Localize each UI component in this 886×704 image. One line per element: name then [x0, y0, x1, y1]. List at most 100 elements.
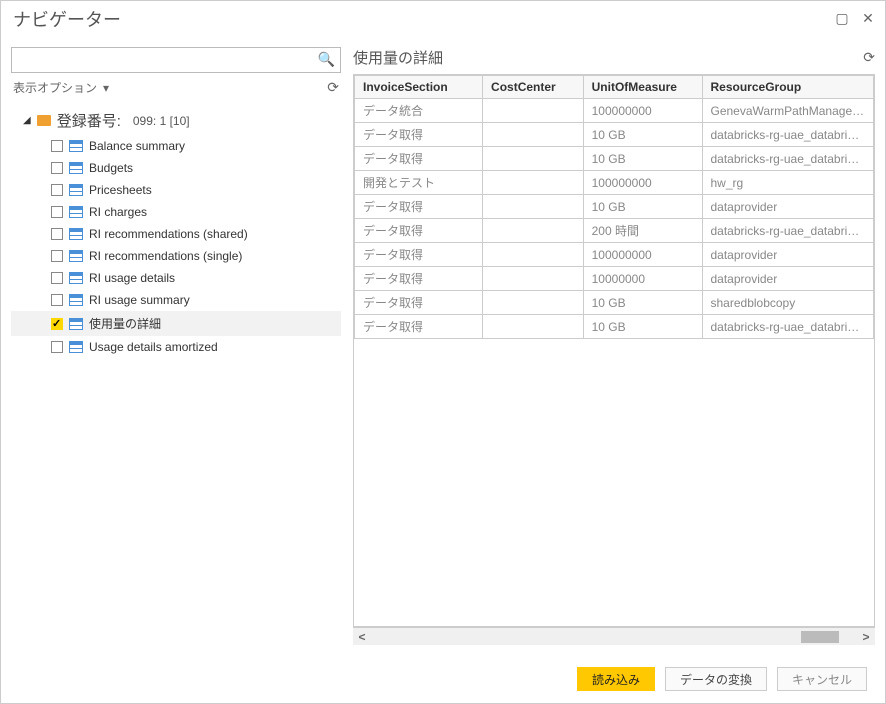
tree-item[interactable]: RI recommendations (shared) — [11, 223, 341, 245]
folder-icon — [37, 115, 51, 126]
tree-item-checkbox[interactable] — [51, 162, 63, 174]
table-icon — [69, 341, 83, 353]
tree-item[interactable]: RI recommendations (single) — [11, 245, 341, 267]
table-cell — [483, 147, 584, 171]
table-cell: データ取得 — [355, 219, 483, 243]
table-row[interactable]: データ取得10000000dataprovider — [355, 267, 874, 291]
table-cell: databricks-rg-uae_databricks- — [702, 123, 874, 147]
tree-item-label: Usage details amortized — [89, 340, 218, 354]
close-icon[interactable]: ✕ — [859, 9, 877, 27]
table-cell: 10 GB — [583, 195, 702, 219]
tree-item[interactable]: RI usage details — [11, 267, 341, 289]
table-row[interactable]: 開発とテスト100000000hw_rg — [355, 171, 874, 195]
table-row[interactable]: データ取得10 GBdatabricks-rg-uae_databricks- — [355, 123, 874, 147]
window-controls: ▢ ✕ — [833, 9, 877, 27]
table-icon — [69, 162, 83, 174]
table-icon — [69, 294, 83, 306]
preview-title: 使用量の詳細 — [353, 47, 443, 68]
table-cell — [483, 171, 584, 195]
table-icon — [69, 228, 83, 240]
scrollbar-track[interactable] — [371, 631, 857, 643]
collapse-toggle-icon[interactable]: ◢ — [23, 115, 31, 126]
search-icon[interactable]: 🔍 — [318, 51, 335, 68]
table-row[interactable]: データ取得 200 時間databricks-rg-uae_databricks- — [355, 219, 874, 243]
table-cell: databricks-rg-uae_databricks- — [702, 147, 874, 171]
table-cell: 10000000 — [583, 267, 702, 291]
tree-item-checkbox[interactable] — [51, 294, 63, 306]
table-cell: データ取得 — [355, 147, 483, 171]
tree-item-checkbox[interactable] — [51, 206, 63, 218]
table-icon — [69, 272, 83, 284]
scroll-right-icon[interactable]: > — [857, 630, 875, 644]
table-cell: databricks-rg-uae_databricks- — [702, 219, 874, 243]
refresh-tree-icon[interactable]: ⟳ — [327, 79, 339, 96]
table-icon — [69, 318, 83, 330]
table-cell — [483, 291, 584, 315]
scrollbar-thumb[interactable] — [801, 631, 839, 643]
tree-item-checkbox[interactable] — [51, 272, 63, 284]
display-options-dropdown[interactable]: 表示オプション ▾ — [13, 79, 109, 96]
dialog-body: 🔍 表示オプション ▾ ⟳ ◢ 登録番号: 099: 1 [10] Balanc… — [1, 37, 885, 655]
navigation-tree: ◢ 登録番号: 099: 1 [10] Balance summary Budge… — [11, 106, 341, 645]
column-header[interactable]: CostCenter — [483, 76, 584, 99]
search-row: 🔍 — [11, 47, 341, 73]
table-cell — [483, 243, 584, 267]
table-cell: GenevaWarmPathManageRG — [702, 99, 874, 123]
tree-item-checkbox[interactable] — [51, 341, 63, 353]
column-header[interactable]: InvoiceSection — [355, 76, 483, 99]
table-cell: sharedblobcopy — [702, 291, 874, 315]
tree-root[interactable]: ◢ 登録番号: 099: 1 [10] — [11, 106, 341, 135]
table-cell: データ取得 — [355, 315, 483, 339]
search-input[interactable] — [11, 47, 341, 73]
tree-item-checkbox[interactable] — [51, 250, 63, 262]
preview-table-container: InvoiceSectionCostCenterUnitOfMeasureRes… — [353, 74, 875, 627]
cancel-button[interactable]: キャンセル — [777, 667, 867, 691]
column-header[interactable]: UnitOfMeasure — [583, 76, 702, 99]
tree-item-label: Pricesheets — [89, 183, 152, 197]
tree-item[interactable]: Usage details amortized — [11, 336, 341, 358]
dialog-footer: 読み込み データの変換 キャンセル — [1, 655, 885, 703]
tree-root-label: 登録番号: — [57, 110, 121, 131]
table-row[interactable]: データ取得 10 GBdatabricks-rg-uae_databricks- — [355, 147, 874, 171]
tree-item-checkbox[interactable] — [51, 184, 63, 196]
left-pane: 🔍 表示オプション ▾ ⟳ ◢ 登録番号: 099: 1 [10] Balanc… — [11, 47, 341, 645]
table-cell: 開発とテスト — [355, 171, 483, 195]
display-options-label: 表示オプション — [13, 79, 97, 96]
tree-item[interactable]: 使用量の詳細 — [11, 311, 341, 336]
tree-item[interactable]: RI usage summary — [11, 289, 341, 311]
tree-item-checkbox[interactable] — [51, 318, 63, 330]
table-cell: 100000000 — [583, 171, 702, 195]
table-row[interactable]: データ取得10 GBdataprovider — [355, 195, 874, 219]
tree-item[interactable]: Balance summary — [11, 135, 341, 157]
display-options-row: 表示オプション ▾ ⟳ — [11, 79, 341, 96]
table-row[interactable]: データ統合100000000GenevaWarmPathManageRG — [355, 99, 874, 123]
refresh-preview-icon[interactable]: ⟳ — [863, 49, 875, 66]
tree-item[interactable]: Pricesheets — [11, 179, 341, 201]
tree-item[interactable]: Budgets — [11, 157, 341, 179]
scroll-left-icon[interactable]: < — [353, 630, 371, 644]
tree-item-checkbox[interactable] — [51, 140, 63, 152]
horizontal-scrollbar[interactable]: < > — [353, 627, 875, 645]
table-cell: データ取得 — [355, 291, 483, 315]
table-cell: 200 時間 — [583, 219, 702, 243]
tree-item-label: RI usage details — [89, 271, 175, 285]
transform-data-button[interactable]: データの変換 — [665, 667, 767, 691]
table-cell: データ統合 — [355, 99, 483, 123]
tree-root-suffix: 099: 1 [10] — [133, 114, 190, 128]
titlebar: ナビゲーター ▢ ✕ — [1, 1, 885, 37]
table-row[interactable]: データ取得10 GBdatabricks-rg-uae_databricks- — [355, 315, 874, 339]
tree-item-checkbox[interactable] — [51, 228, 63, 240]
maximize-icon[interactable]: ▢ — [833, 9, 851, 27]
table-cell: データ取得 — [355, 243, 483, 267]
table-cell: 100000000 — [583, 243, 702, 267]
preview-pane: 使用量の詳細 ⟳ InvoiceSectionCostCenterUnitOfM… — [353, 47, 875, 645]
load-button[interactable]: 読み込み — [577, 667, 655, 691]
tree-item[interactable]: RI charges — [11, 201, 341, 223]
tree-item-label: Balance summary — [89, 139, 185, 153]
column-header[interactable]: ResourceGroup — [702, 76, 874, 99]
table-row[interactable]: データ取得10 GBsharedblobcopy — [355, 291, 874, 315]
table-cell — [483, 123, 584, 147]
preview-table: InvoiceSectionCostCenterUnitOfMeasureRes… — [354, 75, 874, 339]
table-row[interactable]: データ取得100000000dataprovider — [355, 243, 874, 267]
table-cell: 10 GB — [583, 147, 702, 171]
